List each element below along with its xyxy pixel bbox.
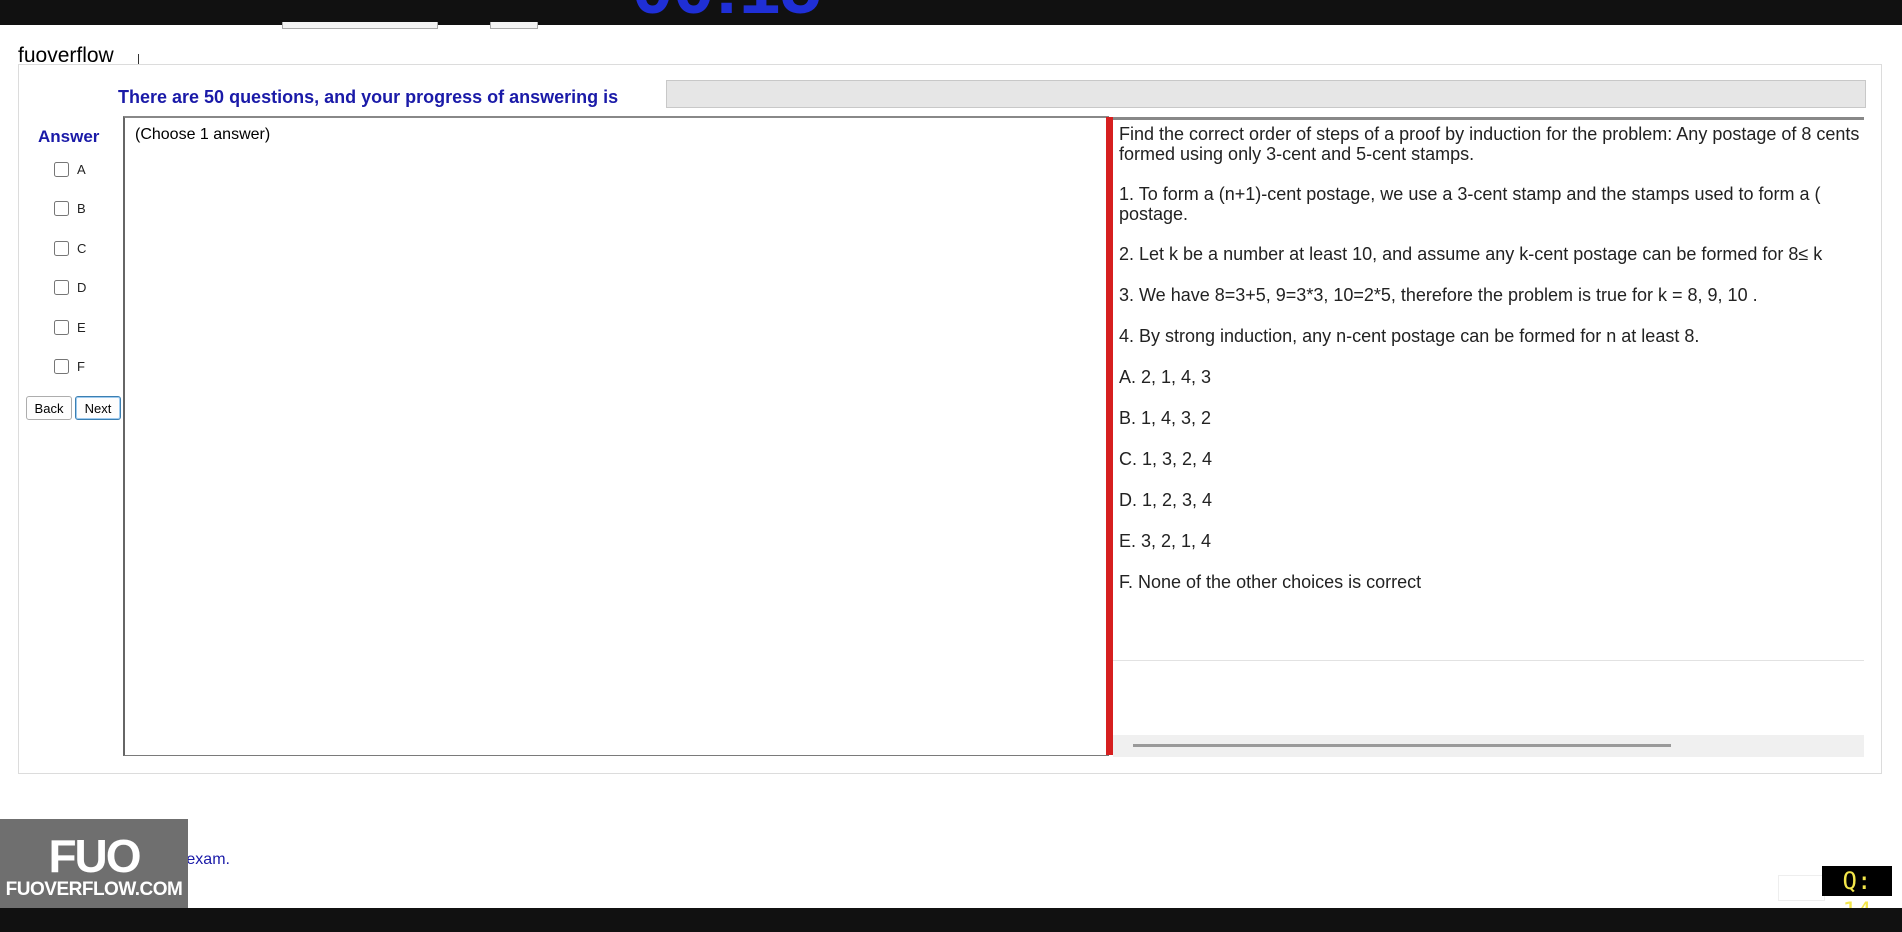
- logo-mark: FUO: [48, 830, 141, 882]
- option-f[interactable]: F: [54, 359, 85, 374]
- question-number-badge: Q: 14: [1822, 866, 1892, 925]
- next-button[interactable]: Next: [75, 396, 121, 420]
- finish-button[interactable]: [1778, 875, 1825, 901]
- question-stem-line-1: Find the correct order of steps of a pro…: [1119, 124, 1860, 144]
- question-step-1-cont: postage.: [1119, 204, 1189, 224]
- option-f-checkbox[interactable]: [54, 359, 69, 374]
- option-d[interactable]: D: [54, 280, 86, 295]
- choice-a: A. 2, 1, 4, 3: [1119, 367, 1212, 387]
- option-a-label: A: [77, 162, 86, 177]
- option-e-label: E: [77, 320, 86, 335]
- question-stem-line-2: formed using only 3-cent and 5-cent stam…: [1119, 144, 1475, 164]
- choice-b: B. 1, 4, 3, 2: [1119, 408, 1212, 428]
- option-d-checkbox[interactable]: [54, 280, 69, 295]
- option-c[interactable]: C: [54, 241, 86, 256]
- option-e[interactable]: E: [54, 320, 86, 335]
- choose-hint: (Choose 1 answer): [135, 126, 271, 143]
- progress-bar: [666, 80, 1866, 108]
- logo-text: FUOVERFLOW.COM: [5, 879, 183, 900]
- fuoverflow-logo: FUO FUOVERFLOW.COM: [0, 819, 188, 908]
- countdown-timer: 00:15: [632, 0, 821, 40]
- question-step-2: 2. Let k be a number at least 10, and as…: [1119, 244, 1823, 264]
- choice-e: E. 3, 2, 1, 4: [1119, 531, 1212, 551]
- option-a[interactable]: A: [54, 162, 86, 177]
- answer-heading: Answer: [38, 127, 100, 146]
- panel-splitter[interactable]: [1106, 117, 1113, 755]
- option-c-checkbox[interactable]: [54, 241, 69, 256]
- option-f-label: F: [77, 359, 85, 374]
- choice-c: C. 1, 3, 2, 4: [1119, 449, 1213, 469]
- option-e-checkbox[interactable]: [54, 320, 69, 335]
- top-field-2: [490, 22, 538, 29]
- scrollbar-thumb[interactable]: [1133, 744, 1671, 747]
- question-step-1: 1. To form a (n+1)-cent postage, we use …: [1119, 184, 1821, 204]
- option-b-checkbox[interactable]: [54, 201, 69, 216]
- option-b[interactable]: B: [54, 201, 86, 216]
- option-b-label: B: [77, 201, 86, 216]
- back-button[interactable]: Back: [26, 396, 72, 420]
- choice-f: F. None of the other choices is correct: [1119, 572, 1422, 592]
- question-text: Find the correct order of steps of a pro…: [1119, 124, 1864, 592]
- option-d-label: D: [77, 280, 87, 295]
- option-c-label: C: [77, 241, 87, 256]
- question-pane: Find the correct order of steps of a pro…: [1113, 117, 1864, 757]
- option-a-checkbox[interactable]: [54, 162, 69, 177]
- bottom-black-bar: [0, 908, 1902, 932]
- countdown-timer-value: 00:15: [632, 0, 821, 25]
- answer-area: (Choose 1 answer): [123, 116, 1109, 756]
- top-field-1: [282, 22, 438, 29]
- question-step-3: 3. We have 8=3+5, 9=3*3, 10=2*5, therefo…: [1119, 285, 1758, 305]
- question-step-4: 4. By strong induction, any n-cent posta…: [1119, 326, 1700, 346]
- progress-label: There are 50 questions, and your progres…: [118, 87, 619, 107]
- choice-d: D. 1, 2, 3, 4: [1119, 490, 1213, 510]
